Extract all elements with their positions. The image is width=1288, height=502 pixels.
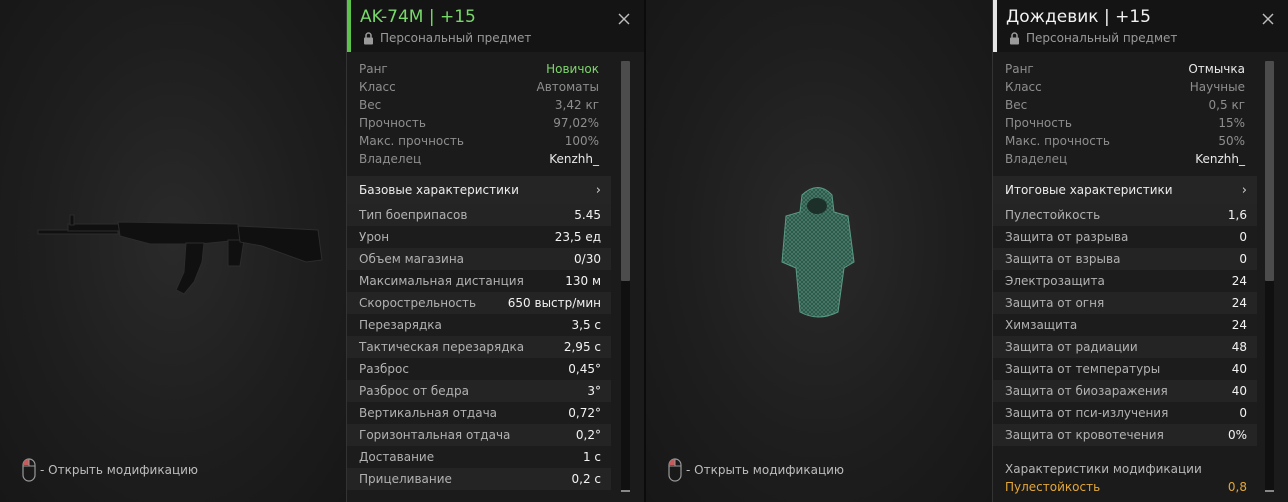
mouse-icon (668, 458, 682, 482)
rifle-image (37, 214, 323, 295)
info-row-owner: Владелец Kenzhh_ (359, 152, 599, 166)
stat-row: Объем магазина 0/30 (347, 248, 611, 270)
section-toggle-total-stats[interactable]: Итоговые характеристики › (993, 176, 1257, 204)
scrollbar-end (621, 490, 630, 492)
scrollbar[interactable] (1265, 61, 1274, 491)
close-button[interactable] (616, 11, 632, 27)
lock-icon (1010, 31, 1019, 44)
mod-title: Характеристики модификации (1005, 462, 1202, 476)
hint-text: - Открыть модификацию (686, 463, 845, 477)
info-row-rank: Ранг Новичок (359, 62, 599, 76)
info-block: Ранг Новичок Класс Автоматы Вес 3,42 кг Про… (347, 60, 611, 168)
personal-item-label: Персональный предмет (363, 31, 531, 45)
item-tooltip-card: AK-74M | +15 Персональный предмет Ранг Но… (346, 0, 644, 502)
stat-row: Тип боеприпасов 5.45 (347, 204, 611, 226)
item-title: AK-74M | +15 (360, 7, 476, 27)
open-mod-hint[interactable]: - Открыть модификацию (22, 457, 198, 483)
close-button[interactable] (1260, 11, 1276, 27)
info-block: Ранг Отмычка Класс Научные Вес 0,5 кг Прочн… (993, 60, 1257, 168)
info-row-max-durability: Макс. прочность 50% (1005, 134, 1245, 148)
stat-row: Защита от температуры 40 (993, 358, 1257, 380)
info-row-class: Класс Автоматы (359, 80, 599, 94)
stat-row: Урон 23,5 ед (347, 226, 611, 248)
personal-item-label: Персональный предмет (1009, 31, 1177, 45)
mouse-icon (22, 458, 36, 482)
item-panel-ak74m: - Открыть модификацию AK-74M | +15 Персо… (0, 0, 644, 502)
raincoat-image (781, 187, 855, 318)
item-tooltip-card: Дождевик | +15 Персональный предмет Ранг… (992, 0, 1288, 502)
info-row-durability: Прочность 15% (1005, 116, 1245, 130)
stat-row: Максимальная дистанция 130 м (347, 270, 611, 292)
scrollbar-thumb[interactable] (621, 61, 630, 281)
stat-row: Вертикальная отдача 0,72° (347, 402, 611, 424)
info-row-rank: Ранг Отмычка (1005, 62, 1245, 76)
stat-row: Пулестойкость 1,6 (993, 204, 1257, 226)
stat-row: Защита от огня 24 (993, 292, 1257, 314)
item-panel-raincoat: - Открыть модификацию Дождевик | +15 Пер… (646, 0, 1288, 502)
chevron-right-icon: › (595, 182, 601, 198)
item-preview-area[interactable]: - Открыть модификацию (646, 0, 992, 502)
stat-row: Прицеливание 0,2 с (347, 468, 611, 490)
mod-stat-row: Пулестойкость 0,8 (1005, 480, 1247, 494)
stat-row: Горизонтальная отдача 0,2° (347, 424, 611, 446)
mod-characteristics: Характеристики модификации Пулестойкость… (993, 460, 1257, 496)
close-icon (1262, 13, 1274, 25)
stat-row: Доставание 1 с (347, 446, 611, 468)
stat-row: Защита от разрыва 0 (993, 226, 1257, 248)
info-row-weight: Вес 0,5 кг (1005, 98, 1245, 112)
info-row-weight: Вес 3,42 кг (359, 98, 599, 112)
lock-icon (364, 31, 373, 44)
stat-row: Защита от взрыва 0 (993, 248, 1257, 270)
card-header: Дождевик | +15 Персональный предмет (993, 0, 1288, 52)
stat-row: Разброс 0,45° (347, 358, 611, 380)
info-row-owner: Владелец Kenzhh_ (1005, 152, 1245, 166)
item-preview-area[interactable]: - Открыть модификацию (0, 0, 346, 502)
stat-row: Тактическая перезарядка 2,95 с (347, 336, 611, 358)
open-mod-hint[interactable]: - Открыть модификацию (668, 457, 844, 483)
hint-text: - Открыть модификацию (40, 463, 199, 477)
stat-row: Защита от биозаражения 40 (993, 380, 1257, 402)
stat-row: Защита от пси-излучения 0 (993, 402, 1257, 424)
stat-row: Разброс от бедра 3° (347, 380, 611, 402)
card-body: Ранг Новичок Класс Автоматы Вес 3,42 кг Про… (347, 56, 644, 502)
section-title: Базовые характеристики (359, 183, 519, 197)
card-body: Ранг Отмычка Класс Научные Вес 0,5 кг Прочн… (993, 56, 1288, 502)
scrollbar-thumb[interactable] (1265, 61, 1274, 281)
section-toggle-base-stats[interactable]: Базовые характеристики › (347, 176, 611, 204)
stat-row: Перезарядка 3,5 с (347, 314, 611, 336)
stat-row: Защита от радиации 48 (993, 336, 1257, 358)
info-row-class: Класс Научные (1005, 80, 1245, 94)
card-header: AK-74M | +15 Персональный предмет (347, 0, 644, 52)
scrollbar-end (1265, 490, 1274, 492)
chevron-right-icon: › (1241, 182, 1247, 198)
section-title: Итоговые характеристики (1005, 183, 1173, 197)
stat-row: Химзащита 24 (993, 314, 1257, 336)
stat-row: Защита от кровотечения 0% (993, 424, 1257, 446)
info-row-max-durability: Макс. прочность 100% (359, 134, 599, 148)
stat-row: Электрозащита 24 (993, 270, 1257, 292)
info-row-durability: Прочность 97,02% (359, 116, 599, 130)
stats-list: Тип боеприпасов 5.45 Урон 23,5 ед Объем ма… (347, 204, 611, 490)
scrollbar[interactable] (621, 61, 630, 491)
close-icon (618, 13, 630, 25)
item-title: Дождевик | +15 (1006, 7, 1151, 27)
stat-row: Скорострельность 650 выстр/мин (347, 292, 611, 314)
stats-list: Пулестойкость 1,6 Защита от разрыва 0 Защи… (993, 204, 1257, 446)
